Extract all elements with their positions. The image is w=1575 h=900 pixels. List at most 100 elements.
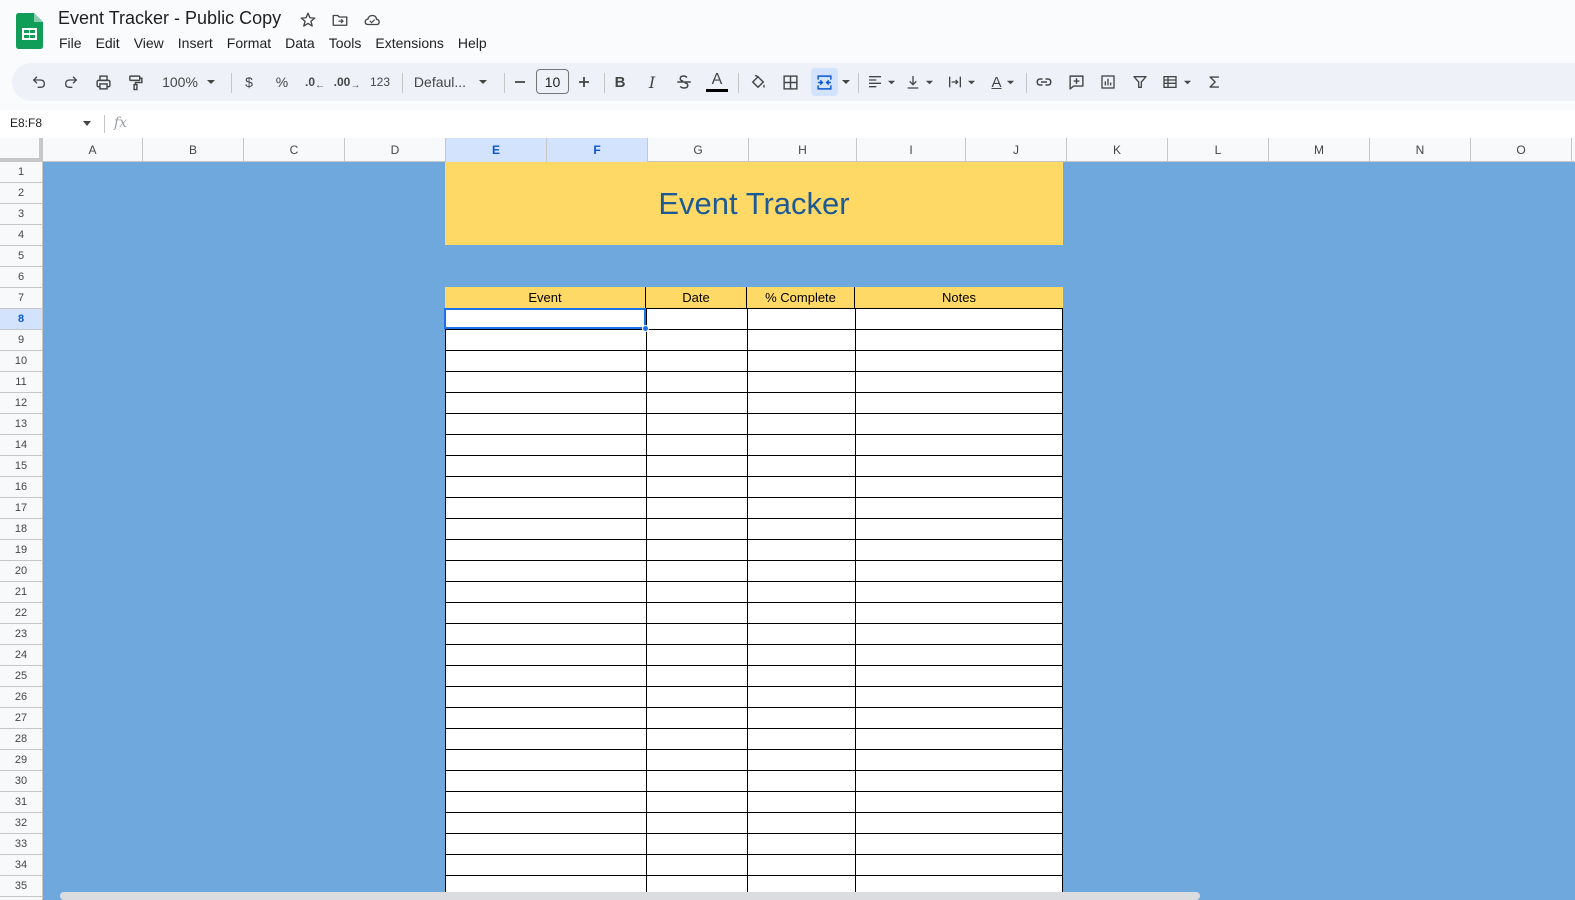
text-wrapping-icon[interactable] (944, 68, 978, 96)
row-header-24[interactable]: 24 (0, 645, 42, 666)
font-size-input[interactable]: 10 (536, 69, 569, 94)
row-header-29[interactable]: 29 (0, 750, 42, 771)
decrease-decimal-button[interactable]: .0 ← (302, 68, 328, 96)
column-header-l[interactable]: L (1168, 138, 1269, 162)
row-header-7[interactable]: 7 (0, 288, 42, 309)
row-header-11[interactable]: 11 (0, 372, 42, 393)
row-header-33[interactable]: 33 (0, 834, 42, 855)
row-header-5[interactable]: 5 (0, 246, 42, 267)
column-header-m[interactable]: M (1269, 138, 1370, 162)
decrease-font-size-icon[interactable] (510, 68, 530, 96)
fill-color-icon[interactable] (746, 68, 770, 96)
row-header-25[interactable]: 25 (0, 666, 42, 687)
menu-file[interactable]: File (52, 33, 89, 55)
row-header-14[interactable]: 14 (0, 435, 42, 456)
currency-format-button[interactable]: $ (239, 68, 259, 96)
header-event[interactable]: Event (445, 287, 646, 308)
filter-views-icon[interactable] (1158, 68, 1194, 96)
sheets-logo-icon[interactable] (16, 13, 43, 49)
row-header-12[interactable]: 12 (0, 393, 42, 414)
event-table-body[interactable] (445, 308, 1063, 900)
column-header-c[interactable]: C (244, 138, 345, 162)
horizontal-align-icon[interactable] (864, 68, 898, 96)
row-header-35[interactable]: 35 (0, 876, 42, 897)
row-header-8[interactable]: 8 (0, 309, 42, 330)
name-box-chevron-down-icon[interactable] (82, 120, 92, 128)
increase-font-size-icon[interactable] (574, 68, 594, 96)
row-header-32[interactable]: 32 (0, 813, 42, 834)
column-header-n[interactable]: N (1370, 138, 1471, 162)
sheet-grid[interactable]: ABCDEFGHIJKLMNO 1 2 3 4 5 6 7 8 9 10 11 12 13 14 15 16 1… (0, 138, 1575, 900)
italic-button[interactable]: I (641, 68, 663, 96)
row-header-19[interactable]: 19 (0, 540, 42, 561)
row-header-23[interactable]: 23 (0, 624, 42, 645)
row-header-17[interactable]: 17 (0, 498, 42, 519)
row-header-2[interactable]: 2 (0, 183, 42, 204)
cells-area[interactable]: Event Tracker Event Date % Complete Note… (43, 162, 1575, 900)
borders-icon[interactable] (778, 68, 802, 96)
menu-insert[interactable]: Insert (171, 33, 220, 55)
percent-format-button[interactable]: % (271, 68, 293, 96)
row-header-22[interactable]: 22 (0, 603, 42, 624)
menu-data[interactable]: Data (278, 33, 322, 55)
menu-tools[interactable]: Tools (322, 33, 369, 55)
insert-chart-icon[interactable] (1096, 68, 1120, 96)
row-header-4[interactable]: 4 (0, 225, 42, 246)
column-header-k[interactable]: K (1067, 138, 1168, 162)
insert-comment-icon[interactable] (1064, 68, 1088, 96)
star-icon[interactable] (298, 10, 318, 30)
column-header-d[interactable]: D (345, 138, 446, 162)
text-color-button[interactable]: A (704, 68, 730, 96)
insert-link-icon[interactable] (1032, 68, 1056, 96)
paint-format-icon[interactable] (122, 68, 148, 96)
column-header-i[interactable]: I (857, 138, 966, 162)
column-header-j[interactable]: J (966, 138, 1067, 162)
merge-cells-icon[interactable] (811, 68, 838, 96)
menu-edit[interactable]: Edit (89, 33, 127, 55)
move-folder-icon[interactable] (330, 10, 350, 30)
row-header-27[interactable]: 27 (0, 708, 42, 729)
header-date[interactable]: Date (646, 287, 747, 308)
text-rotation-button[interactable]: A (986, 68, 1020, 96)
increase-decimal-button[interactable]: .00 → (334, 68, 361, 96)
row-header-20[interactable]: 20 (0, 561, 42, 582)
undo-icon[interactable] (26, 68, 52, 96)
menu-format[interactable]: Format (220, 33, 278, 55)
row-header-3[interactable]: 3 (0, 204, 42, 225)
column-header-o[interactable]: O (1471, 138, 1572, 162)
more-formats-button[interactable]: 123 (366, 68, 394, 96)
vertical-align-icon[interactable] (902, 68, 936, 96)
column-header-a[interactable]: A (43, 138, 143, 162)
row-header-16[interactable]: 16 (0, 477, 42, 498)
column-header-f[interactable]: F (547, 138, 648, 162)
row-header-34[interactable]: 34 (0, 855, 42, 876)
row-header-15[interactable]: 15 (0, 456, 42, 477)
merge-options-chevron-down-icon[interactable] (840, 68, 852, 96)
menu-help[interactable]: Help (451, 33, 494, 55)
cloud-status-icon[interactable] (362, 10, 382, 30)
menu-extensions[interactable]: Extensions (368, 33, 450, 55)
functions-sigma-icon[interactable] (1202, 68, 1226, 96)
row-header-6[interactable]: 6 (0, 267, 42, 288)
name-box[interactable]: E8:F8 (10, 116, 42, 130)
bold-button[interactable]: B (609, 68, 631, 96)
row-header-13[interactable]: 13 (0, 414, 42, 435)
row-header-18[interactable]: 18 (0, 519, 42, 540)
row-header-28[interactable]: 28 (0, 729, 42, 750)
row-header-30[interactable]: 30 (0, 771, 42, 792)
header-notes[interactable]: Notes (855, 287, 1063, 308)
row-header-31[interactable]: 31 (0, 792, 42, 813)
row-header-21[interactable]: 21 (0, 582, 42, 603)
redo-icon[interactable] (58, 68, 84, 96)
strikethrough-icon[interactable] (672, 68, 696, 96)
print-icon[interactable] (90, 68, 116, 96)
row-header-1[interactable]: 1 (0, 162, 42, 183)
header-percent-complete[interactable]: % Complete (747, 287, 855, 308)
horizontal-scrollbar[interactable] (60, 892, 1200, 900)
column-header-e[interactable]: E (446, 138, 547, 162)
row-header-9[interactable]: 9 (0, 330, 42, 351)
sheet-title-cell[interactable]: Event Tracker (445, 162, 1063, 245)
document-title[interactable]: Event Tracker - Public Copy (58, 8, 281, 29)
column-header-g[interactable]: G (648, 138, 749, 162)
zoom-select[interactable]: 100% (156, 68, 222, 96)
